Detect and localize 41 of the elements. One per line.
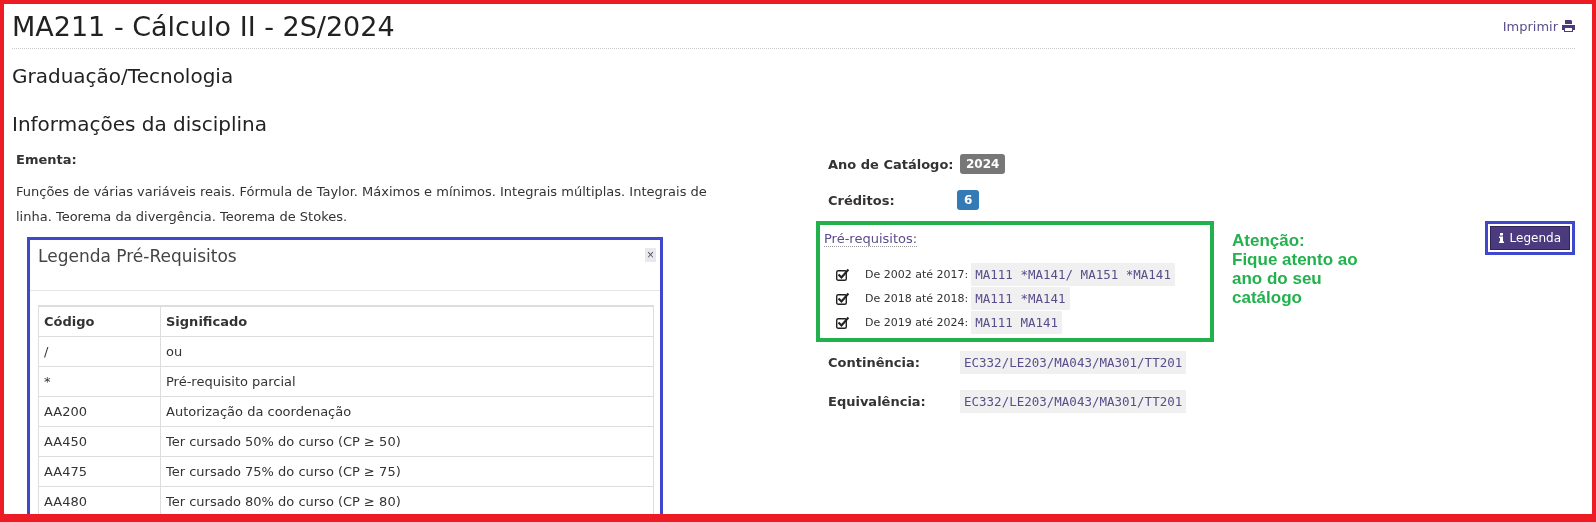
note-title: Atenção:: [1232, 231, 1306, 250]
course-codes: MA111 *MA141/ MA151 *MA141: [971, 263, 1175, 286]
column-header: Significado: [160, 306, 654, 337]
close-button[interactable]: ×: [645, 248, 656, 262]
period-label: De 2002 até 2017:: [865, 268, 969, 281]
field-label: Continência:: [828, 355, 921, 370]
info-icon: [1498, 233, 1504, 243]
table-cell: Ter cursado 50% do curso (CP ≥ 50): [160, 426, 654, 457]
table-cell: AA450: [38, 426, 161, 457]
page-title: MA211 - Cálculo II - 2S/2024: [12, 10, 395, 42]
field-label: Ano de Catálogo:: [828, 156, 955, 172]
ementa-text: Funções de várias variáveis reais. Fórmula de Taylor. Máximos e mínimos. Integrais múltiplas. Integrais de linha. Teorema da divergência. Teorema de Stokes.: [16, 183, 708, 226]
table-cell: AA200: [38, 396, 161, 427]
table-cell: *: [38, 366, 161, 397]
subsection-heading: Informações da disciplina: [12, 112, 269, 136]
table-cell: Ter cursado 75% do curso (CP ≥ 75): [160, 456, 654, 487]
table-cell: ou: [160, 336, 654, 367]
table-cell: /: [38, 336, 161, 367]
field-label: Créditos:: [828, 192, 896, 208]
period-label: De 2018 até 2018:: [865, 292, 969, 305]
legend-title: Legenda Pré-Requisitos: [38, 246, 237, 266]
legend-button[interactable]: Legenda: [1489, 226, 1570, 250]
print-link[interactable]: Imprimir: [1502, 18, 1575, 34]
table-cell: Pré-requisito parcial: [160, 366, 654, 397]
year-badge: 2024: [960, 154, 1006, 174]
course-codes: MA111 MA141: [971, 311, 1063, 334]
table-cell: AA480: [38, 486, 161, 514]
table-cell: Autorização da coordenação: [160, 396, 654, 427]
course-codes: MA111 *MA141: [971, 287, 1070, 310]
course-codes: EC332/LE203/MA043/MA301/TT201: [960, 351, 1187, 374]
course-codes: EC332/LE203/MA043/MA301/TT201: [960, 390, 1187, 413]
credit-badge: 6: [957, 190, 980, 210]
ementa-label: Ementa:: [16, 152, 78, 167]
field-label: Equivalência:: [828, 394, 927, 409]
prereq-label: Pré-requisitos:: [824, 231, 918, 247]
table-cell: AA475: [38, 456, 161, 487]
column-header: Código: [38, 306, 161, 337]
note-text: Fique atento ao ano do seu catálogo: [1232, 250, 1359, 307]
section-heading: Graduação/Tecnologia: [12, 64, 235, 88]
period-label: De 2019 até 2024:: [865, 316, 969, 329]
printer-icon: [1562, 20, 1575, 32]
